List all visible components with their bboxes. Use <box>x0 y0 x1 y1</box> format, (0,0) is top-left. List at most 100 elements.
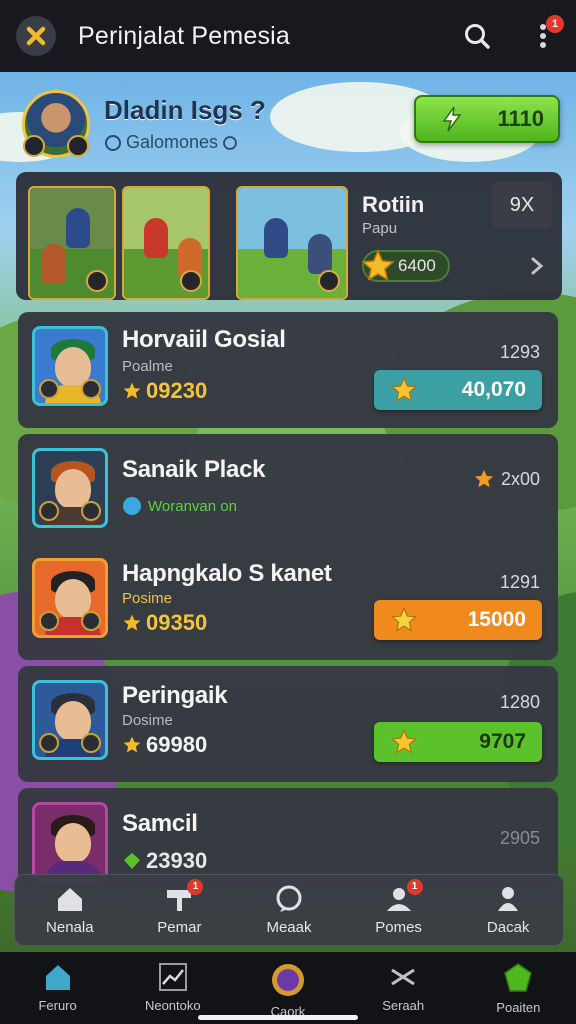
shuffle-icon <box>391 968 415 986</box>
player-score-value: 09350 <box>146 610 208 635</box>
player-rank: 1291 <box>499 572 540 592</box>
bottom-tab-bar: Feruro Neontoko Caork Seraah Poaiten <box>0 952 576 1024</box>
bolt-icon <box>442 106 462 132</box>
floatnav-label: Meaak <box>266 918 312 936</box>
list-item[interactable]: Sanaik Plack Woranvan on 2x00 <box>18 434 558 544</box>
featured-thumb-1[interactable] <box>28 186 116 300</box>
notification-badge: 1 <box>187 878 204 895</box>
player-rank: 1293 <box>499 342 540 362</box>
gem-icon <box>504 963 533 992</box>
profile-name: Dladin Isgs ? <box>104 95 266 125</box>
player-avatar <box>32 802 108 882</box>
tab-label: Seraah <box>382 998 425 1013</box>
star-icon <box>390 606 418 632</box>
featured-card[interactable]: Rotiin Papu 6400 9X <box>16 172 562 300</box>
list-item[interactable]: Samcil 23930 2905 <box>18 788 558 888</box>
floatnav-label: Nenala <box>46 918 94 936</box>
player-score-value: 09230 <box>146 378 208 403</box>
player-name: Sanaik Plack <box>122 456 266 483</box>
list-item[interactable]: Peringaik Dosime 69980 1280 9707 <box>18 666 558 782</box>
person-icon <box>498 886 519 911</box>
gem-icon <box>124 853 140 869</box>
tab-label: Neontoko <box>144 998 201 1013</box>
player-subtitle: Posime <box>122 590 173 607</box>
profile-subtitle: Galomones <box>104 132 266 153</box>
home-indicator[interactable] <box>198 1015 358 1020</box>
coins-value: 1110 <box>497 106 544 131</box>
player-score: 69980 <box>122 732 207 758</box>
potion-icon <box>271 964 304 996</box>
featured-thumb-2[interactable] <box>122 186 210 300</box>
claim-button-label: 40,070 <box>461 378 526 401</box>
featured-title: Rotiin <box>362 192 425 217</box>
floatnav-item-chat[interactable]: Meaak <box>239 885 339 936</box>
player-rank: 2905 <box>499 828 540 848</box>
player-score: 09230 <box>122 378 207 404</box>
tab-label: Feruro <box>38 998 77 1013</box>
profile-subtitle-text: Galomones <box>126 132 219 152</box>
list-item[interactable]: Hapngkalo S kanet Posime 09350 1291 1500… <box>18 546 558 658</box>
player-name: Samcil <box>122 810 198 837</box>
globe-icon <box>105 134 121 151</box>
featured-thumb-3[interactable] <box>236 186 348 300</box>
player-score-value: 69980 <box>146 732 208 757</box>
star-icon <box>361 249 395 282</box>
player-avatar <box>32 680 108 760</box>
star-icon <box>123 382 141 399</box>
home-icon <box>57 887 82 911</box>
floatnav-label: Dacak <box>486 918 530 936</box>
list-item[interactable]: Horvaiil Gosial Poalme 09230 1293 40,070 <box>18 312 558 428</box>
search-icon <box>465 24 490 49</box>
player-rank: 2x00 <box>473 468 540 490</box>
profile-avatar[interactable] <box>22 90 90 158</box>
claim-button-label: 9707 <box>479 730 526 753</box>
player-subtitle: Woranvan on <box>122 496 237 516</box>
player-name: Peringaik <box>122 682 228 709</box>
list-group: Sanaik Plack Woranvan on 2x00 Hapngkalo … <box>18 434 558 660</box>
close-icon <box>26 26 46 46</box>
star-icon <box>123 614 141 631</box>
star-icon <box>474 469 494 488</box>
star-icon <box>390 376 418 402</box>
app-title: Perinjalat Pemesia <box>78 21 291 50</box>
featured-reward-pill: 6400 <box>361 249 450 282</box>
claim-button[interactable]: 15000 <box>374 600 542 640</box>
claim-button-label: 15000 <box>467 608 526 631</box>
player-avatar <box>32 448 108 528</box>
floatnav-item-hammer[interactable]: 1 Pemar <box>129 878 229 936</box>
tab-shop[interactable]: Caork <box>238 962 338 1019</box>
claim-button[interactable]: 40,070 <box>374 370 542 410</box>
player-rank-value: 2x00 <box>500 468 540 489</box>
star-icon <box>123 736 141 753</box>
tab-home[interactable]: Feruro <box>8 962 108 1013</box>
player-name: Hapngkalo S kanet <box>122 560 332 587</box>
player-subtitle-text: Woranvan on <box>148 497 237 515</box>
top-bar: Perinjalat Pemesia 1 <box>0 0 576 72</box>
floatnav-item-users[interactable]: 1 Pomes <box>349 878 449 936</box>
star-icon <box>390 728 418 754</box>
coins-button[interactable]: 1110 <box>414 95 560 143</box>
chart-icon <box>158 963 187 991</box>
player-avatar <box>32 558 108 638</box>
tab-search[interactable]: Seraah <box>353 962 453 1013</box>
floatnav-label: Pomes <box>375 918 422 936</box>
home-icon <box>45 965 70 990</box>
more-menu-button[interactable]: 1 <box>526 15 564 53</box>
claim-button[interactable]: 9707 <box>374 722 542 762</box>
chevron-right-icon[interactable] <box>530 256 544 276</box>
floatnav-item-home[interactable]: Nenala <box>20 885 120 936</box>
player-score: 23930 <box>122 848 207 874</box>
floating-nav: Nenala 1 Pemar Meaak 1 Pomes Dacak <box>14 874 564 946</box>
player-score: 09350 <box>122 610 207 636</box>
close-button[interactable] <box>16 16 56 56</box>
featured-multiplier[interactable]: 9X <box>492 182 552 228</box>
search-button[interactable] <box>460 19 494 53</box>
tab-stats[interactable]: Neontoko <box>123 962 223 1013</box>
player-avatar <box>32 326 108 406</box>
featured-reward-value: 6400 <box>398 256 436 275</box>
player-score-value: 23930 <box>146 848 208 873</box>
tab-profile[interactable]: Poaiten <box>468 962 568 1015</box>
player-rank: 1280 <box>499 692 540 712</box>
notification-badge: 1 <box>546 15 564 33</box>
floatnav-item-person[interactable]: Dacak <box>458 885 558 936</box>
